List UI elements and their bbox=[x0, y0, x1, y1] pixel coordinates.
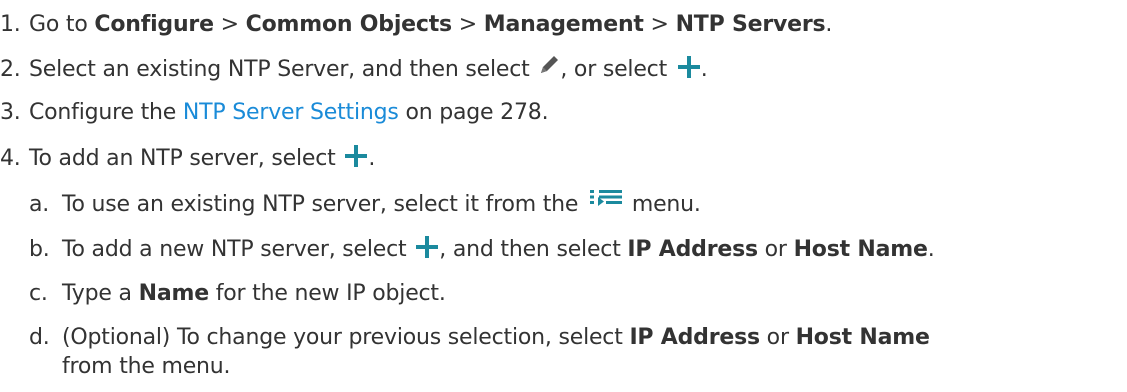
step-2: 2. Select an existing NTP Server, and the… bbox=[0, 55, 708, 85]
step-number: d. bbox=[29, 325, 50, 350]
separator: > bbox=[643, 12, 676, 37]
plus-icon bbox=[415, 235, 439, 259]
list-menu-icon bbox=[589, 189, 623, 207]
step-text: Select an existing NTP Server, and then … bbox=[29, 57, 537, 82]
step-text: , or select bbox=[560, 57, 674, 82]
step-number: 3. bbox=[0, 100, 21, 125]
plus-icon bbox=[677, 55, 701, 79]
menu-common-objects: Common Objects bbox=[245, 12, 453, 37]
step-4c: c. Type a Name for the new IP object. bbox=[29, 279, 446, 309]
step-number: 2. bbox=[0, 57, 21, 82]
step-text: . bbox=[927, 237, 935, 262]
step-text: menu. bbox=[625, 192, 701, 217]
step-number: 4. bbox=[0, 146, 21, 171]
step-4d: d. (Optional) To change your previous sel… bbox=[29, 323, 930, 353]
step-1: 1. Go to Configure > Common Objects > Man… bbox=[0, 10, 832, 40]
step-number: 1. bbox=[0, 12, 21, 37]
step-text: Configure the bbox=[29, 100, 183, 125]
step-number: c. bbox=[29, 281, 48, 306]
step-text: (Optional) To change your previous selec… bbox=[62, 325, 630, 350]
step-text: , and then select bbox=[439, 237, 628, 262]
option-host-name: Host Name bbox=[795, 325, 930, 350]
step-4: 4. To add an NTP server, select . bbox=[0, 144, 375, 174]
step-text: Type a bbox=[62, 281, 139, 306]
step-text: or bbox=[759, 325, 796, 350]
step-text: from the menu. bbox=[62, 354, 231, 379]
pencil-icon bbox=[538, 54, 560, 76]
plus-icon bbox=[344, 144, 368, 168]
step-text: To add an NTP server, select bbox=[29, 146, 343, 171]
separator: > bbox=[451, 12, 484, 37]
menu-configure: Configure bbox=[94, 12, 214, 37]
step-text: or bbox=[757, 237, 794, 262]
menu-management: Management bbox=[483, 12, 644, 37]
ntp-server-settings-link[interactable]: NTP Server Settings bbox=[183, 100, 399, 125]
procedure-steps: 1. Go to Configure > Common Objects > Man… bbox=[0, 0, 1127, 392]
step-text: . bbox=[368, 146, 376, 171]
option-ip-address: IP Address bbox=[629, 325, 760, 350]
field-name: Name bbox=[138, 281, 210, 306]
step-text: Go to bbox=[29, 12, 95, 37]
separator: > bbox=[213, 12, 246, 37]
step-text: on page 278. bbox=[398, 100, 549, 125]
step-text: . bbox=[700, 57, 708, 82]
step-4a: a. To use an existing NTP server, select … bbox=[29, 190, 701, 220]
option-ip-address: IP Address bbox=[627, 237, 758, 262]
option-host-name: Host Name bbox=[793, 237, 928, 262]
step-4b: b. To add a new NTP server, select , and … bbox=[29, 235, 935, 265]
step-number: b. bbox=[29, 237, 50, 262]
step-3: 3. Configure the NTP Server Settings on p… bbox=[0, 98, 549, 128]
step-text: for the new IP object. bbox=[208, 281, 446, 306]
menu-ntp-servers: NTP Servers bbox=[675, 12, 826, 37]
step-number: a. bbox=[29, 192, 50, 217]
step-4d-continuation: from the menu. bbox=[62, 352, 231, 382]
step-text: To use an existing NTP server, select it… bbox=[62, 192, 586, 217]
step-text: . bbox=[825, 12, 833, 37]
step-text: To add a new NTP server, select bbox=[62, 237, 414, 262]
